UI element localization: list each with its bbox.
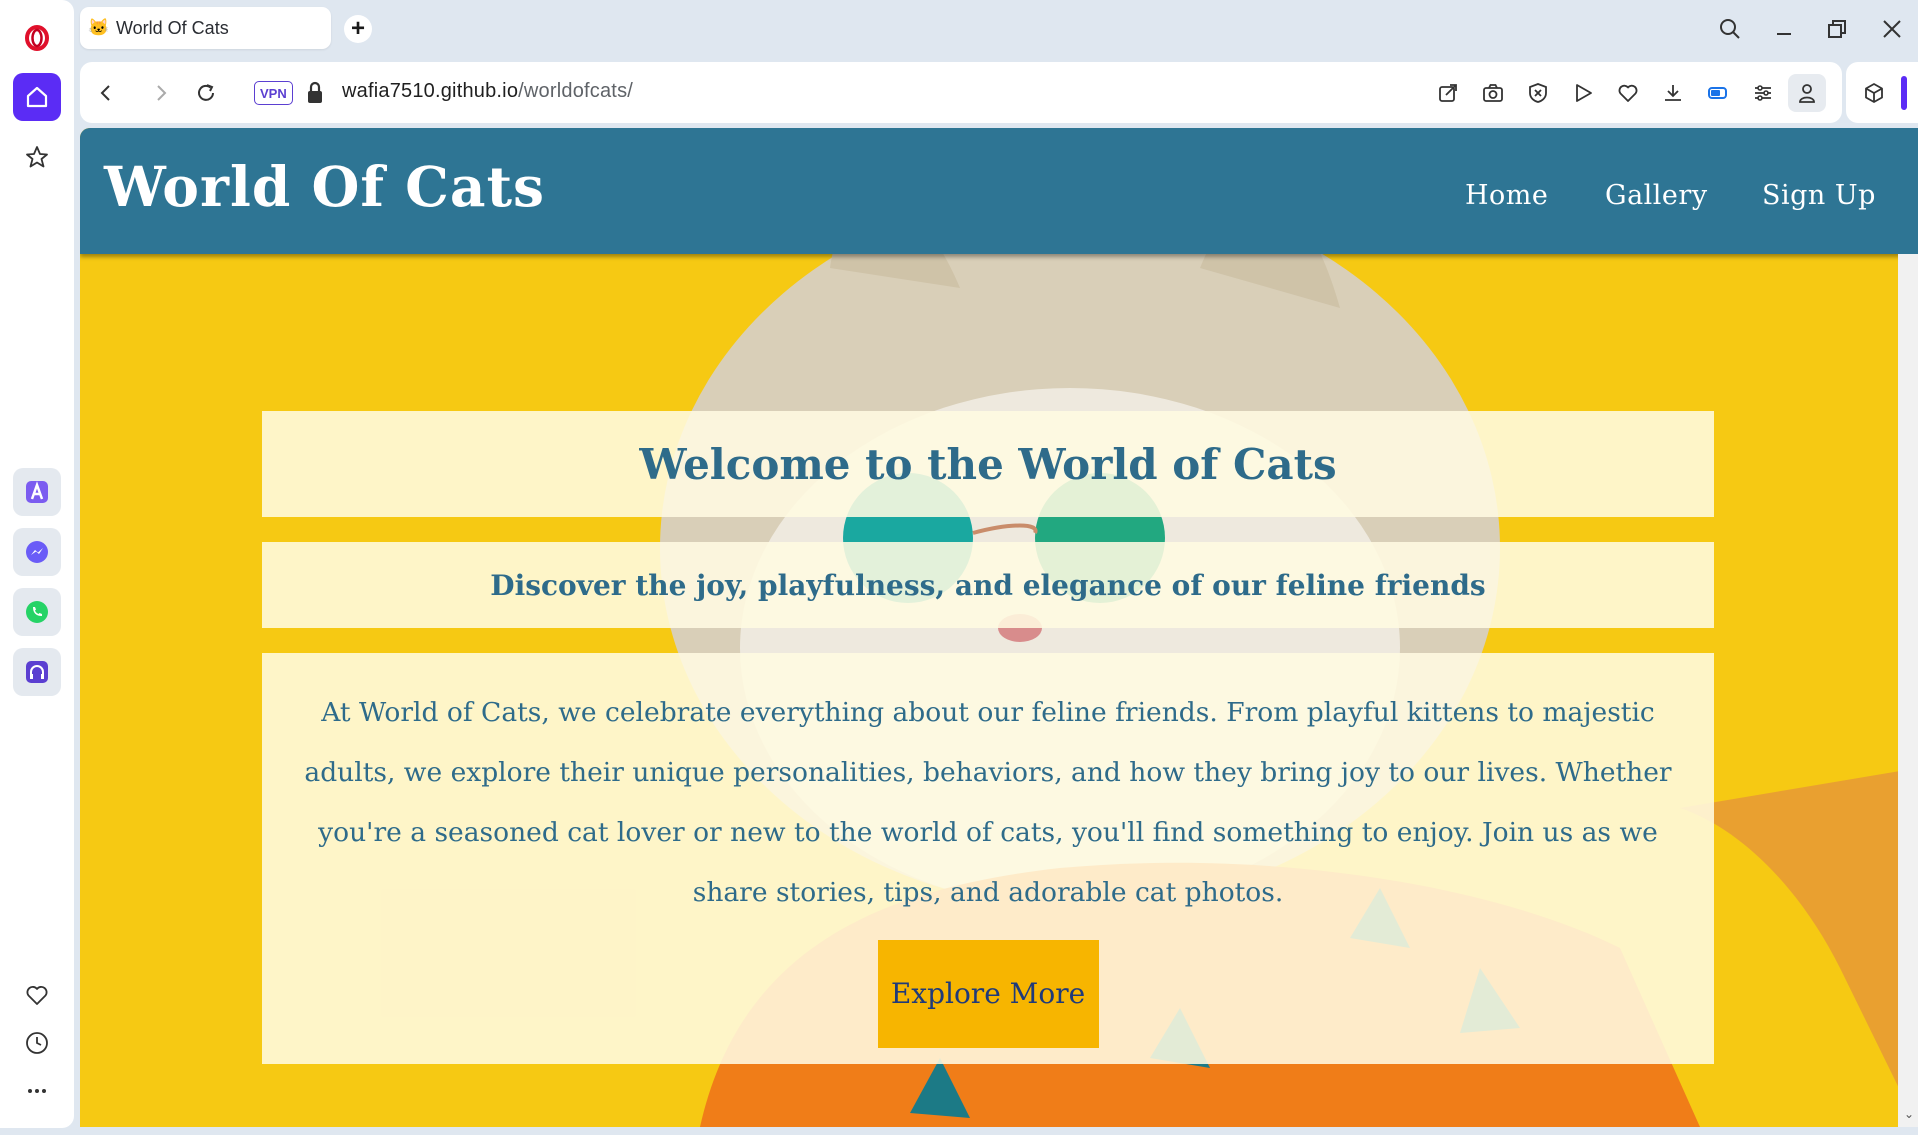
camera-icon[interactable] bbox=[1477, 77, 1509, 109]
aria-icon[interactable] bbox=[13, 468, 61, 516]
cat-face-icon: 🐱 bbox=[88, 18, 110, 37]
heart-icon[interactable] bbox=[13, 971, 61, 1019]
site-navbar: World Of Cats Home Gallery Sign Up bbox=[80, 128, 1918, 254]
play-icon[interactable] bbox=[1567, 77, 1599, 109]
new-tab-button[interactable]: + bbox=[344, 15, 372, 43]
search-tabs-icon[interactable] bbox=[1713, 12, 1747, 46]
history-clock-icon[interactable] bbox=[13, 1019, 61, 1067]
sidebar-toggle-indicator[interactable] bbox=[1901, 76, 1907, 110]
hero-subtitle-panel: Discover the joy, playfulness, and elega… bbox=[262, 542, 1714, 628]
easy-setup-icon[interactable] bbox=[1747, 77, 1779, 109]
url-domain: wafia7510.github.io bbox=[342, 80, 519, 102]
more-dots-icon[interactable] bbox=[13, 1067, 61, 1115]
heart-icon[interactable] bbox=[1612, 77, 1644, 109]
scroll-down-icon[interactable]: ⌄ bbox=[1904, 1107, 1914, 1121]
tab-title: World Of Cats bbox=[116, 17, 229, 38]
vpn-badge[interactable]: VPN bbox=[254, 81, 293, 105]
url-field[interactable]: wafia7510.github.io/worldofcats/ bbox=[342, 80, 633, 103]
explore-more-button[interactable]: Explore More bbox=[877, 940, 1099, 1048]
hero-title: Welcome to the World of Cats bbox=[639, 439, 1337, 489]
lock-icon[interactable] bbox=[304, 80, 326, 106]
bookmarks-star-icon[interactable] bbox=[13, 133, 61, 181]
profile-icon[interactable] bbox=[1788, 74, 1826, 112]
messenger-icon[interactable] bbox=[13, 528, 61, 576]
share-icon[interactable] bbox=[1432, 77, 1464, 109]
hero-title-panel: Welcome to the World of Cats bbox=[262, 411, 1714, 517]
extensions-cube-icon[interactable] bbox=[1858, 77, 1890, 109]
hero-subtitle: Discover the joy, playfulness, and elega… bbox=[490, 568, 1486, 602]
download-icon[interactable] bbox=[1657, 77, 1689, 109]
whatsapp-icon[interactable] bbox=[13, 588, 61, 636]
page-viewport: World Of Cats Home Gallery Sign Up Welco… bbox=[80, 128, 1918, 1127]
sidebar-panel bbox=[0, 0, 74, 1128]
restore-window-icon[interactable] bbox=[1820, 12, 1854, 46]
extensions-area bbox=[1846, 62, 1918, 123]
nav-link-home[interactable]: Home bbox=[1465, 180, 1548, 211]
minimize-icon[interactable] bbox=[1767, 12, 1801, 46]
battery-icon[interactable] bbox=[1702, 77, 1734, 109]
nav-link-gallery[interactable]: Gallery bbox=[1605, 180, 1708, 211]
adblock-icon[interactable] bbox=[1522, 77, 1554, 109]
browser-toolbar: VPN wafia7510.github.io/worldofcats/ bbox=[80, 62, 1842, 123]
url-path: /worldofcats/ bbox=[518, 80, 634, 102]
site-logo[interactable]: World Of Cats bbox=[104, 154, 545, 219]
hero-body-panel: At World of Cats, we celebrate everythin… bbox=[262, 653, 1714, 1064]
forward-icon[interactable] bbox=[146, 78, 176, 108]
browser-tab-active[interactable]: 🐱 World Of Cats bbox=[80, 7, 331, 49]
page-scrollbar[interactable]: ⌄ bbox=[1898, 254, 1918, 1127]
nav-link-signup[interactable]: Sign Up bbox=[1762, 180, 1876, 211]
home-icon[interactable] bbox=[13, 73, 61, 121]
opera-logo-icon[interactable] bbox=[13, 14, 61, 62]
music-player-icon[interactable] bbox=[13, 648, 61, 696]
hero-body-text: At World of Cats, we celebrate everythin… bbox=[304, 697, 1672, 908]
reload-icon[interactable] bbox=[191, 78, 221, 108]
back-icon[interactable] bbox=[91, 78, 121, 108]
close-window-icon[interactable] bbox=[1875, 12, 1909, 46]
browser-sidebar bbox=[0, 0, 76, 1135]
